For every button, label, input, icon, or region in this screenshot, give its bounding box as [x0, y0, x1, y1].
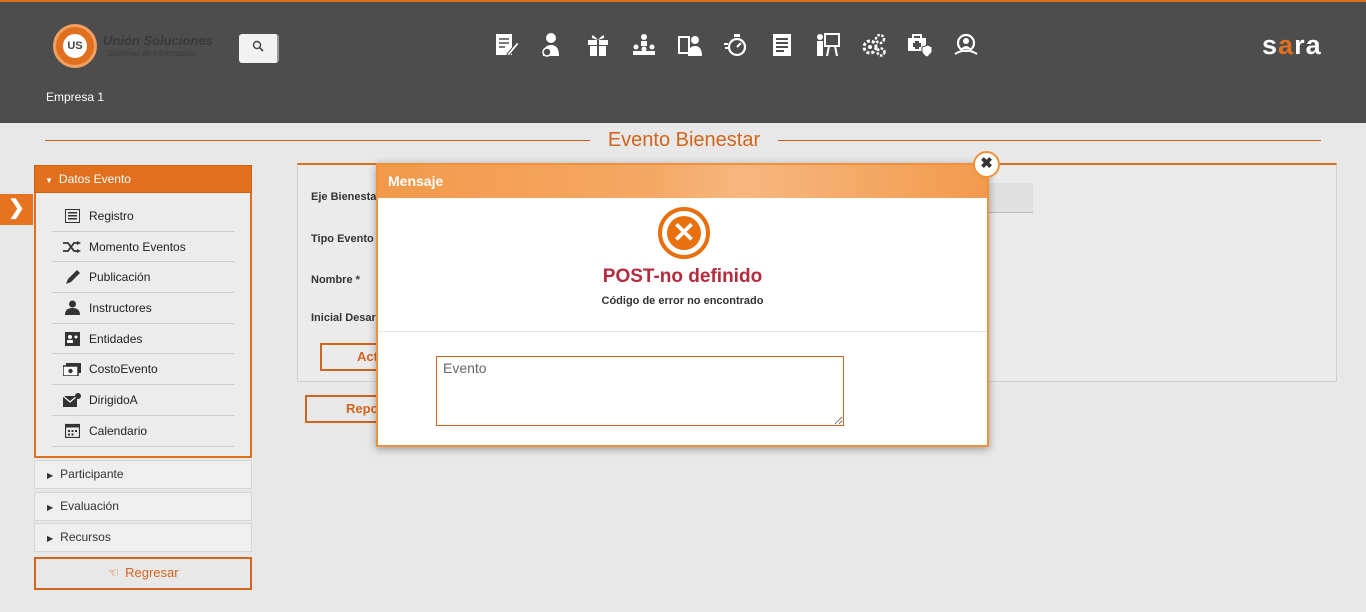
hierarchy-icon[interactable] — [631, 32, 677, 58]
accordion-header-datos-evento[interactable]: ▼ Datos Evento — [34, 165, 252, 193]
label-tipo-evento: Tipo Evento — [311, 233, 374, 245]
document-list-icon[interactable] — [769, 32, 815, 58]
back-button-label: Regresar — [125, 565, 179, 580]
logo-name: Unión Soluciones — [103, 33, 213, 48]
mail-icon — [63, 392, 81, 408]
sidebar-item-entidades[interactable]: Entidades — [52, 324, 234, 355]
error-x-glyph: ✕ — [667, 216, 701, 250]
sidebar-item-label: DirigidoA — [89, 392, 138, 407]
top-header: US Unión Soluciones Sistemas de Informac… — [0, 0, 1366, 123]
caret-down-icon: ▼ — [45, 176, 53, 185]
sidebar-toggle-button[interactable]: ❯ — [0, 194, 33, 225]
error-icon: ✕ — [658, 207, 710, 259]
calendar-icon — [63, 423, 81, 439]
accordion-label: Recursos — [60, 530, 111, 544]
accordion-label: Evaluación — [60, 499, 119, 513]
sidebar-item-costoevento[interactable]: CostoEvento — [52, 354, 234, 386]
list-icon — [63, 208, 81, 224]
accordion-header-label: Datos Evento — [58, 172, 131, 186]
error-title: POST-no definido — [602, 266, 763, 287]
message-dialog: Mensaje ✕ POST-no definido Código de err… — [376, 163, 989, 447]
gears-icon[interactable] — [861, 32, 907, 58]
caret-right-icon: ▶ — [47, 471, 54, 480]
sidebar-accordion: ▼ Datos Evento Registro Momento Eventos P… — [34, 165, 252, 458]
stopwatch-icon[interactable] — [723, 32, 769, 58]
report-button[interactable]: Repo — [305, 395, 385, 423]
search-person-icon[interactable] — [953, 32, 999, 58]
company-logo[interactable]: US Unión Soluciones Sistemas de Informac… — [53, 24, 223, 68]
sidebar-item-label: Calendario — [89, 423, 148, 438]
edit-doc-icon[interactable] — [493, 32, 539, 58]
sidebar-item-label: CostoEvento — [89, 362, 158, 377]
sara-brand-logo: sara — [1262, 30, 1322, 61]
accordion-participante[interactable]: ▶ Participante — [34, 460, 252, 489]
caret-right-icon: ▶ — [47, 503, 54, 512]
search-button[interactable] — [239, 34, 279, 63]
accordion-evaluacion[interactable]: ▶ Evaluación — [34, 492, 252, 521]
pencil-icon — [63, 269, 81, 285]
dialog-title: Mensaje — [378, 165, 987, 198]
user-icon — [63, 300, 81, 316]
sidebar-item-registro[interactable]: Registro — [52, 201, 234, 232]
shuffle-icon — [63, 239, 81, 255]
sidebar-item-label: Instructores — [89, 300, 152, 315]
label-nombre: Nombre * — [311, 274, 360, 286]
event-textarea[interactable]: Evento — [436, 356, 844, 426]
sidebar-item-label: Publicación — [89, 270, 151, 285]
sidebar-item-label: Entidades — [89, 331, 143, 346]
title-divider-right — [778, 140, 1321, 141]
contact-card-icon — [63, 331, 81, 347]
label-inicial-desarrollo: Inicial Desar — [311, 312, 376, 324]
sidebar-item-label: Registro — [89, 208, 134, 223]
medical-kit-icon[interactable] — [907, 32, 953, 58]
accordion-label: Participante — [60, 467, 124, 481]
sidebar-item-publicacion[interactable]: Publicación — [52, 262, 234, 294]
close-icon: ✖ — [980, 155, 993, 172]
accordion-recursos[interactable]: ▶ Recursos — [34, 523, 252, 552]
logo-subtitle: Sistemas de Información — [107, 49, 196, 58]
sidebar-item-calendario[interactable]: Calendario — [52, 416, 234, 447]
brand-text: sara — [1262, 30, 1322, 60]
person-gear-icon[interactable] — [539, 32, 585, 58]
sidebar-item-dirigidoa[interactable]: DirigidoA — [52, 385, 234, 416]
sidebar-item-momento-eventos[interactable]: Momento Eventos — [52, 232, 234, 263]
gift-icon[interactable] — [585, 32, 631, 58]
id-card-icon[interactable] — [677, 32, 723, 58]
sidebar-item-label: Momento Eventos — [89, 239, 186, 254]
eje-bienestar-field[interactable] — [988, 183, 1033, 213]
dialog-divider — [378, 331, 987, 332]
caret-right-icon: ▶ — [47, 534, 54, 543]
presentation-icon[interactable] — [815, 32, 861, 58]
title-divider-left — [45, 140, 590, 141]
logo-mark: US — [63, 34, 87, 58]
sidebar-item-instructores[interactable]: Instructores — [52, 293, 234, 324]
close-dialog-button[interactable]: ✖ — [973, 151, 1000, 178]
chevron-right-icon: ❯ — [8, 197, 25, 219]
label-eje-bienestar: Eje Bienesta — [311, 191, 377, 203]
back-button[interactable]: ☜ Regresar — [34, 557, 252, 590]
module-nav — [493, 32, 999, 58]
company-name: Empresa 1 — [46, 90, 105, 104]
money-icon — [63, 361, 81, 377]
accordion-body: Registro Momento Eventos Publicación Ins… — [34, 193, 252, 458]
error-message: Código de error no encontrado — [601, 295, 764, 307]
pointing-hand-icon: ☜ — [107, 565, 120, 580]
search-icon — [252, 40, 264, 52]
logo-circle: US — [53, 24, 97, 68]
page-title: Evento Bienestar — [607, 129, 761, 151]
